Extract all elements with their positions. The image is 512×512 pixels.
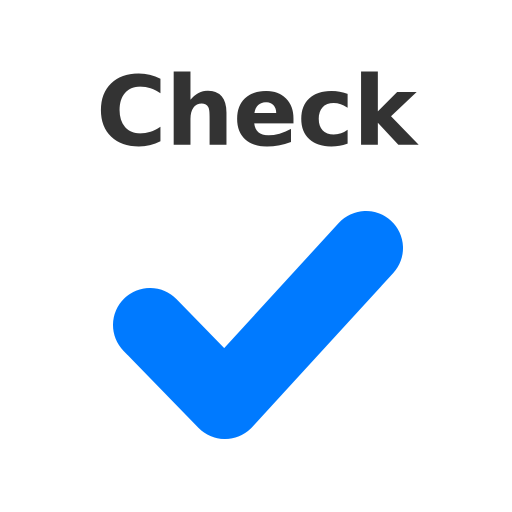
checkmark-icon — [113, 211, 403, 439]
canvas: Check — [0, 0, 512, 512]
checkmark-stroke — [113, 211, 403, 439]
